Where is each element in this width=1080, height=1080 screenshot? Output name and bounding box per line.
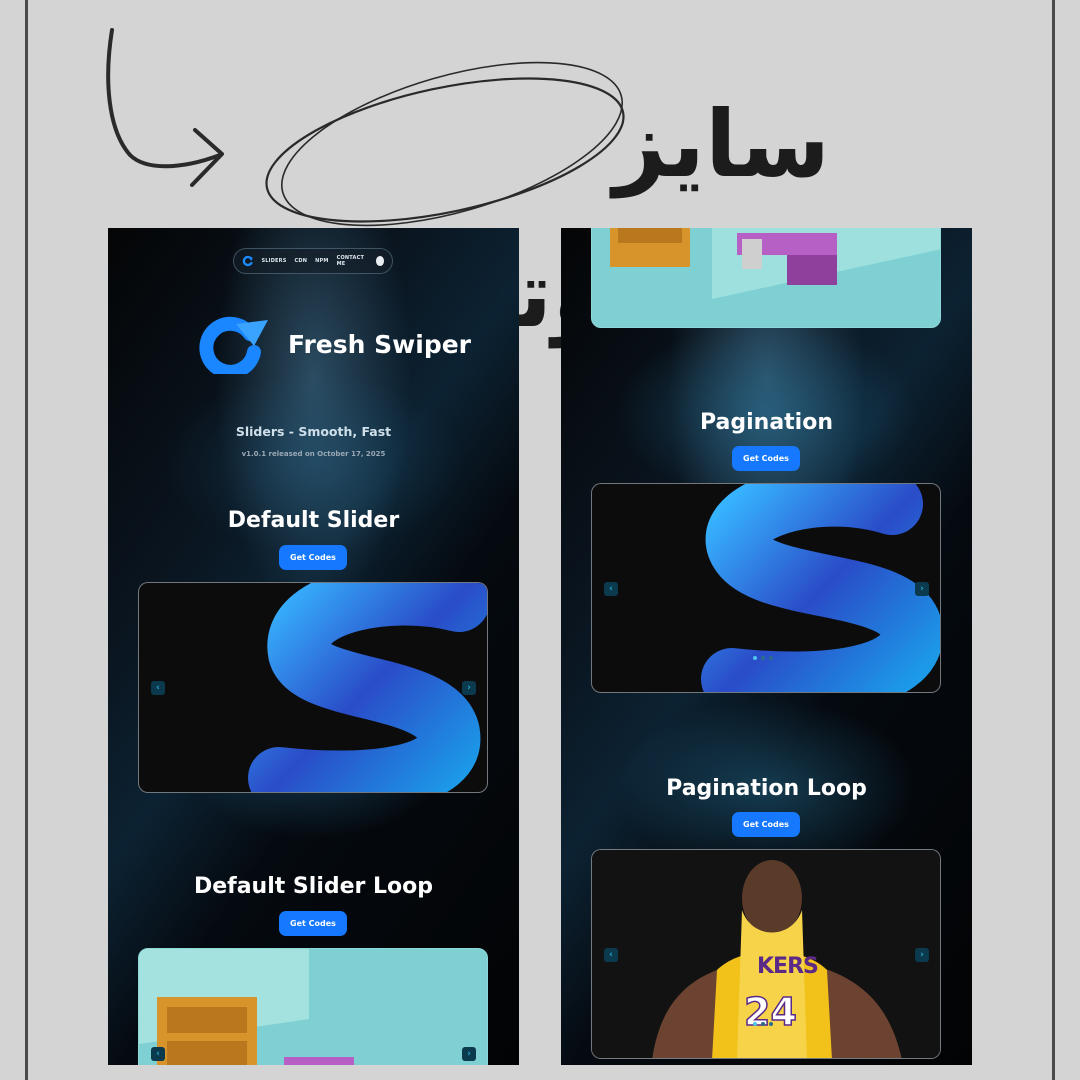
version-text: v1.0.1 released on October 17, 2025 <box>241 450 386 458</box>
frame-line-left <box>25 0 28 1080</box>
brand-name: Fresh Swiper <box>288 330 471 359</box>
chevron-left-icon[interactable]: ‹ <box>604 948 618 962</box>
get-codes-button-pagination[interactable]: Get Codes <box>732 446 800 471</box>
github-icon[interactable] <box>375 256 384 266</box>
slider-default-loop[interactable]: ‹ › <box>138 948 488 1065</box>
nav-item-contact[interactable]: CONTACT ME <box>337 255 368 267</box>
navbar: SLIDERS CDN NPM CONTACT ME <box>233 248 393 274</box>
jersey-text: KERS <box>757 954 819 979</box>
slide-image-fur-s <box>248 583 487 792</box>
frame-line-right <box>1052 0 1055 1080</box>
nav-item-npm[interactable]: NPM <box>315 258 328 264</box>
chevron-left-icon[interactable]: ‹ <box>604 582 618 596</box>
mobile-screen-right: Pagination Get Codes ‹ › Pagination Loop… <box>561 228 972 1065</box>
slider-pagination[interactable]: ‹ › <box>591 483 941 693</box>
logo-icon[interactable] <box>242 254 253 268</box>
chevron-right-icon[interactable]: › <box>462 1047 476 1061</box>
get-codes-button-pagination-loop[interactable]: Get Codes <box>732 812 800 837</box>
slide-image-fur-s <box>701 484 940 692</box>
slider-default[interactable]: ‹ › <box>138 582 488 793</box>
brand-logo-icon <box>199 316 268 374</box>
pagination-dots[interactable] <box>753 656 773 660</box>
chevron-right-icon[interactable]: › <box>915 582 929 596</box>
chevron-right-icon[interactable]: › <box>915 948 929 962</box>
get-codes-button-default[interactable]: Get Codes <box>279 545 347 570</box>
nav-item-sliders[interactable]: SLIDERS <box>261 258 286 264</box>
mobile-screen-left: SLIDERS CDN NPM CONTACT ME Fresh Swiper … <box>108 228 519 1065</box>
chevron-left-icon[interactable]: ‹ <box>151 681 165 695</box>
slide-image-room <box>139 949 487 1065</box>
pagination-dots[interactable] <box>753 1022 773 1026</box>
slide-image-room <box>592 228 940 327</box>
section-title-pagination-loop: Pagination Loop <box>666 776 867 801</box>
chevron-left-icon[interactable]: ‹ <box>151 1047 165 1061</box>
nav-item-cdn[interactable]: CDN <box>295 258 308 264</box>
get-codes-button-default-loop[interactable]: Get Codes <box>279 911 347 936</box>
slider-default-loop-continued[interactable] <box>591 228 941 328</box>
section-title-default: Default Slider <box>227 508 400 533</box>
section-title-pagination: Pagination <box>699 410 833 435</box>
brand-tagline: Sliders - Smooth, Fast <box>235 424 392 439</box>
page-heading: سایز کامپیوتر <box>460 91 832 348</box>
jersey-number: 24 <box>743 989 797 1035</box>
canvas: سایز کامپیوتر SLIDERS CDN NPM CONTACT ME… <box>0 0 1080 1080</box>
chevron-right-icon[interactable]: › <box>462 681 476 695</box>
section-title-default-loop: Default Slider Loop <box>193 874 434 899</box>
slider-pagination-loop[interactable]: KERS 24 ‹ › <box>591 849 941 1059</box>
